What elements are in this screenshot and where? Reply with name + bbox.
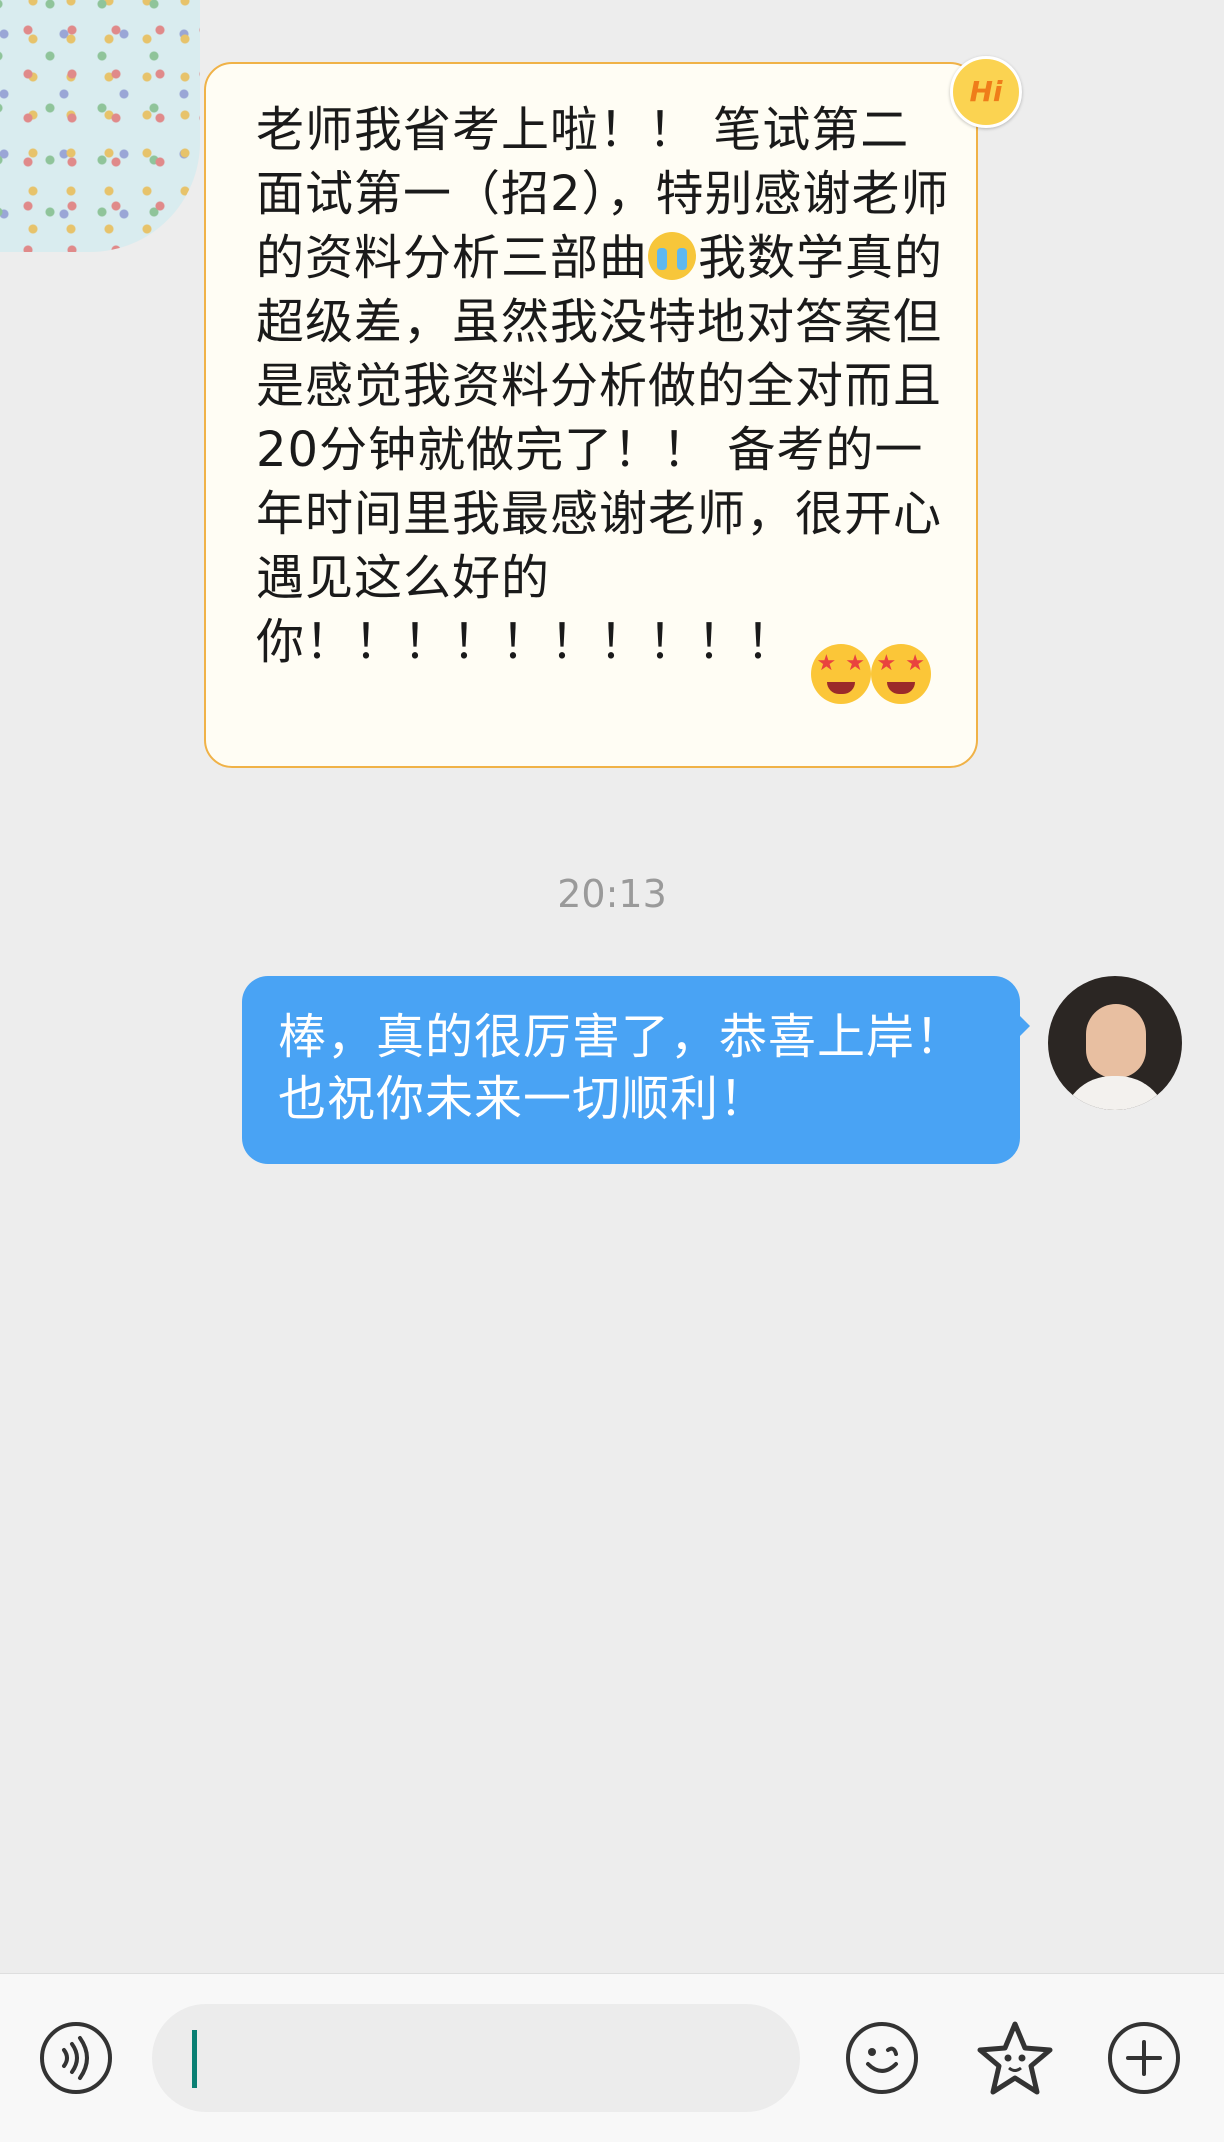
outgoing-message-bubble[interactable]: 棒，真的很厉害了，恭喜上岸！也祝你未来一切顺利！ (242, 976, 1030, 1164)
user-avatar[interactable] (1048, 976, 1182, 1110)
star-struck-emoji-icon: ★ ★ (811, 644, 872, 704)
emoji-icon[interactable] (846, 2022, 918, 2094)
voice-icon[interactable] (40, 2022, 112, 2094)
plus-icon[interactable] (1108, 2022, 1180, 2094)
text-cursor (192, 2030, 197, 2088)
incoming-message-bubble[interactable]: 老师我省考上啦！！ 笔试第二面试第一（招2），特别感谢老师的资料分析三部曲 我数学… (204, 62, 978, 768)
message-input[interactable] (152, 2004, 800, 2112)
input-bar (0, 1973, 1224, 2142)
crying-face-emoji-icon (648, 232, 697, 280)
avatar-face (1086, 1004, 1146, 1078)
bubble-tail (1016, 1012, 1030, 1040)
incoming-message-text: 老师我省考上啦！！ 笔试第二面试第一（招2），特别感谢老师的资料分析三部曲 我数学… (256, 98, 956, 704)
avatar-shirt (1062, 1076, 1168, 1110)
outgoing-message-text: 棒，真的很厉害了，恭喜上岸！也祝你未来一切顺利！ (278, 1009, 965, 1127)
star-struck-emoji-icon: ★ ★ (871, 644, 932, 704)
sticker-icon[interactable] (974, 2018, 1056, 2100)
hi-badge: Hi (950, 56, 1022, 128)
sender-avatar[interactable] (0, 0, 200, 252)
message-timestamp: 20:13 (557, 872, 667, 916)
